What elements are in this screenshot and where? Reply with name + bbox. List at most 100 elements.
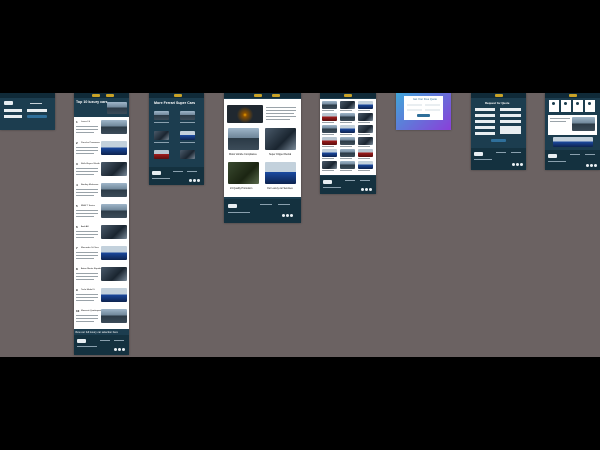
car-thumb[interactable] [101, 141, 127, 155]
car-thumb[interactable] [154, 150, 169, 159]
car-thumb[interactable] [180, 150, 195, 159]
modal-dialog[interactable]: Get Your Free Quote [404, 96, 443, 120]
list-item[interactable]: 2 Porsche Panamera [74, 141, 129, 161]
car-thumb[interactable] [101, 225, 127, 239]
inventory-car-thumb[interactable] [340, 137, 355, 145]
list-item[interactable]: 8 Aston Martin Rapide [74, 267, 129, 287]
submit-button[interactable] [417, 114, 430, 117]
inventory-car-thumb[interactable] [322, 161, 337, 169]
board-header [224, 93, 301, 98]
facebook-icon[interactable] [114, 348, 117, 351]
car-thumb[interactable] [101, 204, 127, 218]
list-item[interactable]: 4 Bentley Mulsanne [74, 183, 129, 203]
design-canvas[interactable]: Top 10 luxury cars 1 Lexus LS 2 Porsche Pan… [0, 93, 600, 357]
service-image[interactable] [265, 162, 296, 184]
car-thumb[interactable] [154, 131, 169, 140]
board-article[interactable]: Motor Vehicle Compliance Super Clipper R… [224, 93, 301, 223]
form-field[interactable] [475, 126, 495, 129]
service-image[interactable] [228, 128, 259, 150]
inventory-car-thumb[interactable] [340, 101, 355, 109]
list-item[interactable]: 3 Rolls-Royce Wraith [74, 162, 129, 182]
car-thumb[interactable] [101, 309, 127, 323]
inventory-car-thumb[interactable] [358, 137, 373, 145]
twitter-icon[interactable] [516, 163, 519, 166]
board-supercars[interactable]: More Ferrari Super Cars [149, 93, 204, 185]
inventory-car-thumb[interactable] [322, 101, 337, 109]
date-field[interactable] [425, 109, 440, 111]
inventory-car-thumb[interactable] [340, 161, 355, 169]
password-field[interactable] [27, 109, 47, 112]
form-field[interactable] [475, 114, 495, 117]
list-item[interactable]: 1 Lexus LS [74, 120, 129, 140]
board-services[interactable] [545, 93, 600, 170]
list-item[interactable]: 5 BMW 7 Series [74, 204, 129, 224]
message-field[interactable] [500, 126, 521, 134]
board-popup[interactable]: Get Your Free Quote [396, 93, 451, 130]
form-field[interactable] [500, 120, 521, 123]
car-thumb[interactable] [101, 162, 127, 176]
inventory-car-thumb[interactable] [322, 113, 337, 121]
car-thumb[interactable] [101, 288, 127, 302]
inventory-car-thumb[interactable] [340, 149, 355, 157]
twitter-icon[interactable] [365, 188, 368, 191]
list-panel: 1 Lexus LS 2 Porsche Panamera 3 Rolls-Royce W… [74, 117, 129, 329]
car-thumb[interactable] [154, 111, 169, 120]
car-thumb[interactable] [101, 246, 127, 260]
inventory-car-thumb[interactable] [358, 149, 373, 157]
facebook-icon[interactable] [189, 179, 192, 182]
car-thumb[interactable] [180, 111, 195, 120]
login-button[interactable] [27, 115, 47, 118]
inventory-car-thumb[interactable] [340, 113, 355, 121]
inventory-car-thumb[interactable] [340, 125, 355, 133]
form-field[interactable] [475, 132, 495, 135]
inventory-car-thumb[interactable] [322, 137, 337, 145]
youtube-icon[interactable] [122, 348, 125, 351]
page-title: More Ferrari Super Cars [154, 101, 196, 105]
facebook-icon[interactable] [586, 164, 589, 167]
car-thumb[interactable] [101, 183, 127, 197]
list-item[interactable]: 7 Mercedes S-Class [74, 246, 129, 266]
phone-field[interactable] [407, 109, 422, 111]
form-field[interactable] [475, 108, 495, 111]
youtube-icon[interactable] [290, 214, 293, 217]
username-field[interactable] [4, 109, 22, 112]
twitter-icon[interactable] [590, 164, 593, 167]
board-header [149, 93, 204, 98]
twitter-icon[interactable] [118, 348, 121, 351]
email-field[interactable] [425, 104, 440, 106]
list-item[interactable]: 10 Maserati Quattroporte [74, 309, 129, 329]
facebook-icon[interactable] [361, 188, 364, 191]
form-field[interactable] [475, 120, 495, 123]
twitter-icon[interactable] [193, 179, 196, 182]
service-image[interactable] [228, 162, 259, 184]
service-image[interactable] [265, 128, 296, 150]
board-login[interactable] [0, 93, 55, 130]
submit-button[interactable] [491, 139, 506, 142]
board-top10[interactable]: Top 10 luxury cars 1 Lexus LS 2 Porsche Pan… [74, 93, 129, 355]
car-name: Aston Martin Rapide [81, 268, 101, 270]
facebook-icon[interactable] [512, 163, 515, 166]
inventory-car-thumb[interactable] [322, 149, 337, 157]
facebook-icon[interactable] [282, 214, 285, 217]
youtube-icon[interactable] [369, 188, 372, 191]
inventory-car-thumb[interactable] [358, 125, 373, 133]
email-field[interactable] [4, 115, 22, 118]
form-field[interactable] [500, 108, 521, 111]
twitter-icon[interactable] [286, 214, 289, 217]
list-item[interactable]: 9 Tesla Model S [74, 288, 129, 308]
youtube-icon[interactable] [520, 163, 523, 166]
car-thumb[interactable] [180, 131, 195, 140]
inventory-car-thumb[interactable] [358, 161, 373, 169]
name-field[interactable] [407, 104, 422, 106]
inventory-car-thumb[interactable] [358, 113, 373, 121]
car-thumb[interactable] [101, 267, 127, 281]
car-thumb[interactable] [101, 120, 127, 134]
youtube-icon[interactable] [197, 179, 200, 182]
youtube-icon[interactable] [594, 164, 597, 167]
board-inventory[interactable] [320, 93, 376, 194]
form-field[interactable] [500, 114, 521, 117]
list-item[interactable]: 6 Audi A8 [74, 225, 129, 245]
board-contact[interactable]: Request for Quote [471, 93, 526, 170]
inventory-car-thumb[interactable] [358, 101, 373, 109]
inventory-car-thumb[interactable] [322, 125, 337, 133]
